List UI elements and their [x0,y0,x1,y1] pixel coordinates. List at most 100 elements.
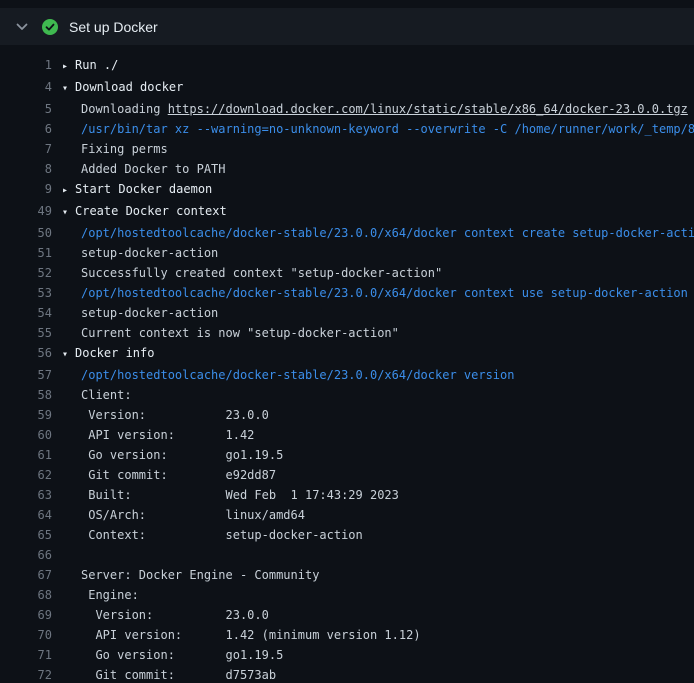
line-number[interactable]: 57 [0,365,52,385]
line-number[interactable]: 5 [0,99,52,119]
log-text: Client: [62,385,132,405]
group-header[interactable]: ▸Start Docker daemon [62,179,212,201]
log-line: 67 Server: Docker Engine - Community [0,565,694,585]
line-number[interactable]: 71 [0,645,52,665]
command-text: /usr/bin/tar xz --warning=no-unknown-key… [62,119,694,139]
command-text: /opt/hostedtoolcache/docker-stable/23.0.… [62,365,514,385]
log-line: 68 Engine: [0,585,694,605]
chevron-right-icon[interactable]: ▸ [62,181,75,201]
log-text: Added Docker to PATH [62,159,226,179]
line-number[interactable]: 59 [0,405,52,425]
log-line: 63 Built: Wed Feb 1 17:43:29 2023 [0,485,694,505]
chevron-down-icon[interactable]: ▾ [62,345,75,365]
log-line: 64 OS/Arch: linux/amd64 [0,505,694,525]
line-number[interactable]: 68 [0,585,52,605]
log-text: Engine: [62,585,139,605]
log-line: 71 Go version: go1.19.5 [0,645,694,665]
log-line: 56 ▾Docker info [0,343,694,365]
log-text: Context: setup-docker-action [62,525,363,545]
log-text: Server: Docker Engine - Community [62,565,319,585]
group-title: Docker info [75,346,154,360]
success-check-icon [42,19,58,35]
log-line: 59 Version: 23.0.0 [0,405,694,425]
step-header[interactable]: Set up Docker [0,8,694,45]
line-number[interactable]: 55 [0,323,52,343]
line-number[interactable]: 67 [0,565,52,585]
log-text: API version: 1.42 (minimum version 1.12) [62,625,421,645]
line-number[interactable]: 66 [0,545,52,565]
log-line: 7 Fixing perms [0,139,694,159]
line-number[interactable]: 54 [0,303,52,323]
log-line: 5 Downloading https://download.docker.com… [0,99,694,119]
line-number[interactable]: 52 [0,263,52,283]
log-text: OS/Arch: linux/amd64 [62,505,305,525]
step-title: Set up Docker [69,19,158,35]
group-header[interactable]: ▾Download docker [62,77,183,99]
line-number[interactable]: 1 [0,55,52,77]
line-number[interactable]: 56 [0,343,52,365]
group-header[interactable]: ▾Create Docker context [62,201,227,223]
group-title: Start Docker daemon [75,182,212,196]
log-line: 72 Git commit: d7573ab [0,665,694,683]
log-text: Downloading https://download.docker.com/… [62,99,688,119]
log-text: Git commit: d7573ab [62,665,276,683]
log-lines: 1▸Run ./4▾Download docker5Downloading ht… [0,45,694,683]
line-number[interactable]: 64 [0,505,52,525]
log-line: 8 Added Docker to PATH [0,159,694,179]
group-header[interactable]: ▸Run ./ [62,55,118,77]
group-title: Create Docker context [75,204,227,218]
line-number[interactable]: 65 [0,525,52,545]
line-number[interactable]: 61 [0,445,52,465]
log-text-prefix: Downloading [81,102,168,116]
log-text: setup-docker-action [62,243,218,263]
log-link[interactable]: https://download.docker.com/linux/static… [168,102,688,116]
log-line: 66 [0,545,694,565]
line-number[interactable]: 69 [0,605,52,625]
line-number[interactable]: 6 [0,119,52,139]
line-number[interactable]: 8 [0,159,52,179]
line-number[interactable]: 53 [0,283,52,303]
log-text: API version: 1.42 [62,425,254,445]
log-line: 51 setup-docker-action [0,243,694,263]
group-title: Download docker [75,80,183,94]
log-line: 57/opt/hostedtoolcache/docker-stable/23.… [0,365,694,385]
log-line: 9 ▸Start Docker daemon [0,179,694,201]
group-header[interactable]: ▾Docker info [62,343,154,365]
command-text: /opt/hostedtoolcache/docker-stable/23.0.… [62,283,688,303]
line-number[interactable]: 51 [0,243,52,263]
log-line: 55Current context is now "setup-docker-a… [0,323,694,343]
log-text [62,545,81,565]
log-line: 52 Successfully created context "setup-do… [0,263,694,283]
chevron-down-icon[interactable] [16,23,28,31]
line-number[interactable]: 70 [0,625,52,645]
chevron-down-icon[interactable]: ▾ [62,203,75,223]
group-title: Run ./ [75,58,118,72]
log-text: Go version: go1.19.5 [62,445,283,465]
log-line: 62 Git commit: e92dd87 [0,465,694,485]
line-number[interactable]: 50 [0,223,52,243]
log-line: 6/usr/bin/tar xz --warning=no-unknown-ke… [0,119,694,139]
log-text: Successfully created context "setup-dock… [62,263,442,283]
log-text: Version: 23.0.0 [62,405,269,425]
log-line: 58 Client: [0,385,694,405]
line-number[interactable]: 7 [0,139,52,159]
line-number[interactable]: 60 [0,425,52,445]
log-line: 50/opt/hostedtoolcache/docker-stable/23.… [0,223,694,243]
line-number[interactable]: 4 [0,77,52,99]
log-text: Fixing perms [62,139,168,159]
command-text: /opt/hostedtoolcache/docker-stable/23.0.… [62,223,694,243]
line-number[interactable]: 58 [0,385,52,405]
line-number[interactable]: 63 [0,485,52,505]
log-text: Git commit: e92dd87 [62,465,276,485]
log-line: 65 Context: setup-docker-action [0,525,694,545]
log-line: 1 ▸Run ./ [0,55,694,77]
line-number[interactable]: 9 [0,179,52,201]
log-line: 70 API version: 1.42 (minimum version 1.… [0,625,694,645]
chevron-down-icon[interactable]: ▾ [62,79,75,99]
line-number[interactable]: 49 [0,201,52,223]
line-number[interactable]: 62 [0,465,52,485]
line-number[interactable]: 72 [0,665,52,683]
log-line: 61 Go version: go1.19.5 [0,445,694,465]
chevron-right-icon[interactable]: ▸ [62,57,75,77]
log-line: 54setup-docker-action [0,303,694,323]
